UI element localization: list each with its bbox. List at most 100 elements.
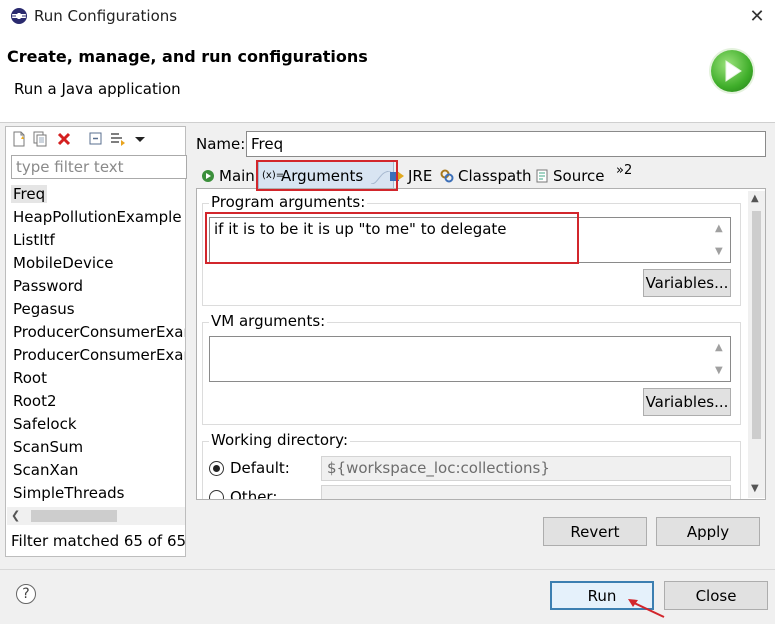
header-subtitle: Run a Java application [14,80,181,98]
tab-overflow-button[interactable]: »2 [616,163,632,178]
horizontal-scrollbar[interactable]: ❮ [7,507,185,525]
jre-tab-icon [389,169,404,183]
tab-source-label: Source [553,167,605,185]
list-item[interactable]: Safelock [6,413,185,436]
filter-icon[interactable] [110,131,126,147]
scroll-down-icon[interactable]: ▼ [715,246,723,257]
list-item[interactable]: Root [6,367,185,390]
classpath-tab-icon [439,169,454,183]
default-radio[interactable] [209,461,224,476]
list-item[interactable]: Root2 [6,390,185,413]
arguments-tab-icon: (x)= [262,170,285,181]
list-item-label: Pegasus [13,300,75,318]
run-play-icon [711,50,753,92]
list-item-label: ScanSum [13,438,84,456]
tree-toolbar [6,127,185,153]
duplicate-icon[interactable] [32,131,48,147]
scroll-thumb[interactable] [752,211,761,439]
tab-bar: Main (x)= Arguments JRE Classpath Source… [196,161,766,190]
list-item-label: ProducerConsumerExample2 [13,346,185,364]
help-icon[interactable]: ? [16,584,36,604]
default-label: Default: [230,459,290,477]
list-item-label: ScanXan [13,461,79,479]
list-item[interactable]: Password [6,275,185,298]
list-item[interactable]: ScanSum [6,436,185,459]
vm-args-scrollbar[interactable]: ▲ ▼ [712,338,729,380]
list-item[interactable]: ScanXan [6,459,185,482]
filter-input[interactable] [11,155,187,179]
vm-arguments-label: VM arguments: [209,312,328,330]
header-title: Create, manage, and run configurations [7,47,368,66]
eclipse-icon [11,8,27,24]
other-directory-field [321,485,731,499]
list-item-label: Root2 [13,392,57,410]
default-directory-field: ${workspace_loc:collections} [321,456,731,481]
new-config-icon[interactable] [11,131,27,147]
tab-classpath[interactable]: Classpath [436,163,536,189]
main-tab-icon [200,169,215,183]
list-item[interactable]: ProducerConsumerExample [6,321,185,344]
revert-button[interactable]: Revert [543,517,647,546]
source-tab-icon [534,169,549,183]
program-arguments-input[interactable] [210,218,730,262]
tab-arguments[interactable]: (x)= Arguments [258,161,394,190]
dropdown-arrow-icon[interactable] [132,131,148,147]
configuration-list: Freq HeapPollutionExample ListItf MobileDev… [6,183,185,509]
scroll-thumb[interactable] [31,510,117,522]
vm-arguments-input[interactable] [210,337,730,381]
program-variables-button[interactable]: Variables... [643,269,731,297]
list-item-label: MobileDevice [13,254,114,272]
list-item-label: Password [13,277,84,295]
tab-main-label: Main [219,167,255,185]
scroll-down-icon[interactable]: ▼ [751,483,759,494]
list-item[interactable]: ListItf [6,229,185,252]
scroll-left-icon[interactable]: ❮ [11,509,20,522]
list-item[interactable]: MobileDevice [6,252,185,275]
list-item[interactable]: HeapPollutionExample [6,206,185,229]
other-radio[interactable] [209,490,224,499]
window-title: Run Configurations [34,7,178,25]
vertical-scrollbar[interactable]: ▲ ▼ [748,191,765,498]
name-field[interactable] [246,131,766,157]
scroll-up-icon[interactable]: ▲ [751,193,759,204]
list-item-label: Root [13,369,47,387]
program-args-scrollbar[interactable]: ▲ ▼ [712,219,729,261]
title-bar: Run Configurations ✕ [0,0,775,34]
tab-main[interactable]: Main [197,163,259,189]
program-arguments-box: ▲ ▼ [209,217,731,263]
collapse-all-icon[interactable] [88,131,104,147]
configuration-tree-panel: Freq HeapPollutionExample ListItf MobileDev… [5,126,187,557]
list-item-label: HeapPollutionExample [13,208,182,226]
list-item-label: ProducerConsumerExample [13,323,185,341]
list-item[interactable]: Pegasus [6,298,185,321]
red-arrow-annotation [628,599,665,618]
list-item[interactable]: SimpleThreads [6,482,185,505]
vm-arguments-box: ▲ ▼ [209,336,731,382]
scroll-up-icon[interactable]: ▲ [715,223,723,234]
close-window-icon[interactable]: ✕ [744,4,770,30]
close-button[interactable]: Close [664,581,768,610]
scroll-up-icon[interactable]: ▲ [715,342,723,353]
tab-arguments-label: Arguments [281,167,364,185]
filter-status: Filter matched 65 of 65 items [11,532,185,550]
tab-source[interactable]: Source [531,163,609,189]
bottom-separator [0,569,775,570]
list-item[interactable]: Freq [6,183,185,206]
name-label: Name: [196,135,246,153]
tab-jre[interactable]: JRE [386,163,436,189]
list-item-label: SimpleThreads [13,484,125,502]
arguments-tab-content: Program arguments: ▲ ▼ Variables... VM a… [196,188,766,500]
list-item-label: Safelock [13,415,77,433]
tab-classpath-label: Classpath [458,167,532,185]
scroll-down-icon[interactable]: ▼ [715,365,723,376]
dialog-header: Create, manage, and run configurations R… [0,34,775,123]
vm-variables-button[interactable]: Variables... [643,388,731,416]
list-item-label: ListItf [13,231,55,249]
program-arguments-label: Program arguments: [209,193,368,211]
other-label: Other: [230,488,278,500]
working-directory-label: Working directory: [209,431,351,449]
tab-jre-label: JRE [408,167,433,185]
delete-icon[interactable] [56,131,72,147]
list-item[interactable]: ProducerConsumerExample2 [6,344,185,367]
apply-button[interactable]: Apply [656,517,760,546]
